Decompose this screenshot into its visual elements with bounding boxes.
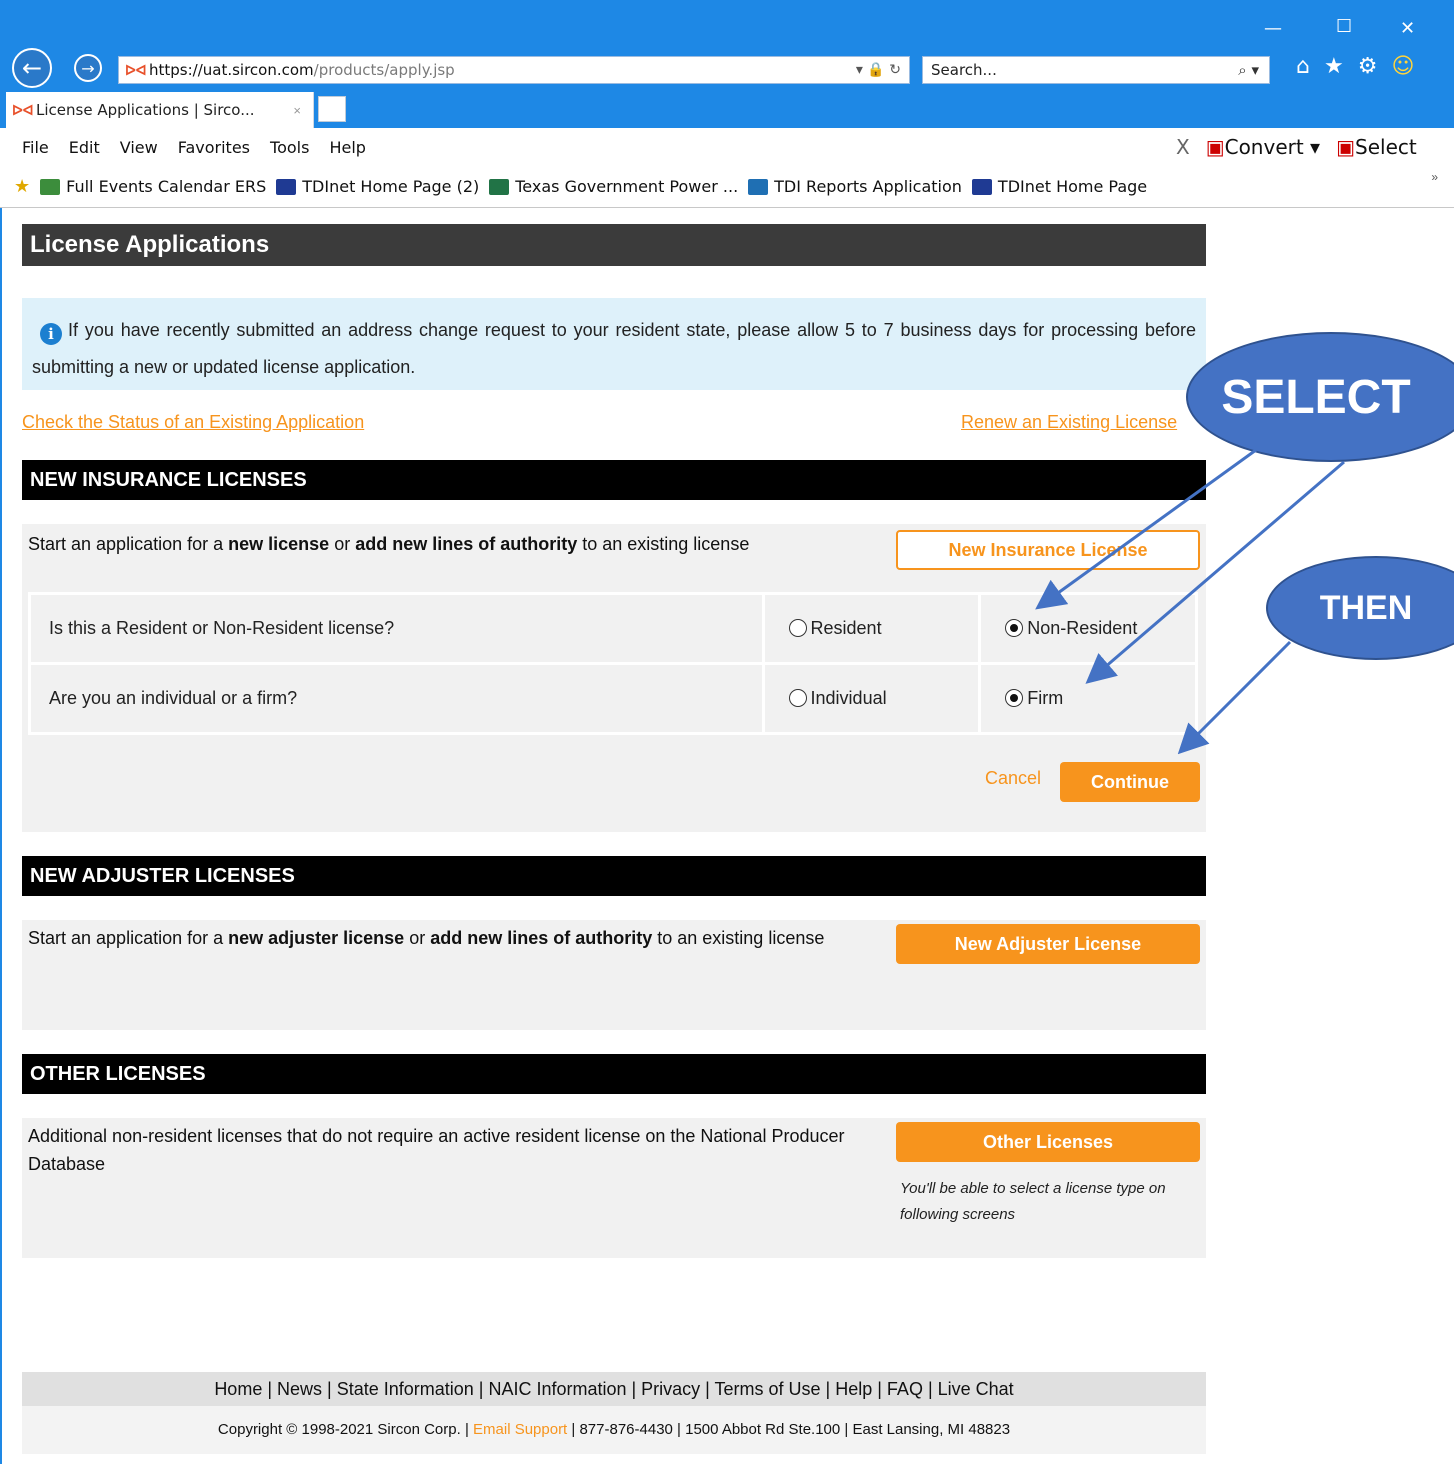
continue-button[interactable]: Continue xyxy=(1060,762,1200,802)
individual-radio[interactable] xyxy=(788,689,807,707)
tab-license-applications[interactable]: ᐅᐊ License Applications | Sirco... × xyxy=(6,92,314,128)
tdi-reports-favicon xyxy=(748,178,769,195)
address-tools-icons[interactable]: ▾ 🔒 ↻ xyxy=(856,62,901,78)
copyright-bar: Copyright © 1998-2021 Sircon Corp. | Ema… xyxy=(22,1406,1206,1454)
email-support-link[interactable]: Email Support xyxy=(473,1421,567,1438)
menu-help[interactable]: Help xyxy=(329,138,365,157)
favorite-tdinet[interactable]: TDInet Home Page xyxy=(971,177,1147,196)
other-licenses-button[interactable]: Other Licenses xyxy=(896,1122,1200,1162)
table-row: Is this a Resident or Non-Resident licen… xyxy=(28,592,1198,665)
address-bar[interactable]: ᐅᐊ https://uat.sircon.com/products/apply… xyxy=(118,56,910,84)
menu-favorites[interactable]: Favorites xyxy=(178,138,250,157)
menu-bar: File Edit View Favorites Tools Help X ▣C… xyxy=(0,128,1454,166)
insurance-description: Start an application for a new license o… xyxy=(28,534,750,554)
info-banner: i If you have recently submitted an addre… xyxy=(22,298,1206,390)
tab-bar: ᐅᐊ License Applications | Sirco... × xyxy=(0,92,1454,128)
add-favorite-icon[interactable]: ★ xyxy=(14,176,30,197)
pdf-toolbar: X ▣Convert ▾ ▣Select xyxy=(1176,135,1417,159)
select-button[interactable]: ▣Select xyxy=(1336,135,1417,159)
non-resident-option[interactable]: Non-Resident xyxy=(978,592,1198,665)
favorites-star-icon[interactable]: ★ xyxy=(1324,54,1344,79)
browser-titlebar: — ☐ ✕ ← → ᐅᐊ https://uat.sircon.com/prod… xyxy=(0,0,1454,92)
favorite-texas-power[interactable]: Texas Government Power ... xyxy=(489,177,738,196)
renew-license-link[interactable]: Renew an Existing License xyxy=(961,412,1177,433)
favorites-bar: ★ Full Events Calendar ERS TDInet Home P… xyxy=(0,166,1454,208)
residency-question: Is this a Resident or Non-Resident licen… xyxy=(28,592,765,665)
events-favicon xyxy=(40,178,61,195)
tab-title: License Applications | Sirco... xyxy=(36,101,255,119)
license-questions-table: Is this a Resident or Non-Resident licen… xyxy=(28,592,1198,735)
chevron-right-icon[interactable]: » xyxy=(1431,170,1438,184)
adjuster-section-header: NEW ADJUSTER LICENSES xyxy=(22,856,1206,896)
favorite-full-events[interactable]: Full Events Calendar ERS xyxy=(40,177,266,196)
tdi-favicon xyxy=(971,178,992,195)
other-description: Additional non-resident licenses that do… xyxy=(28,1126,845,1174)
search-placeholder[interactable]: Search... xyxy=(931,61,997,79)
close-toolbar-icon[interactable]: X xyxy=(1176,135,1190,159)
pdf-convert-icon: ▣ xyxy=(1205,135,1225,159)
non-resident-radio[interactable] xyxy=(1005,619,1024,637)
tab-logo-icon: ᐅᐊ xyxy=(12,101,34,118)
new-tab-button[interactable] xyxy=(318,96,346,122)
firm-radio[interactable] xyxy=(1005,689,1024,707)
smiley-feedback-icon[interactable]: ☺ xyxy=(1391,54,1414,79)
adjuster-description: Start an application for a new adjuster … xyxy=(28,928,825,948)
tab-close-icon[interactable]: × xyxy=(293,103,301,118)
insurance-section-header: NEW INSURANCE LICENSES xyxy=(22,460,1206,500)
forward-button[interactable]: → xyxy=(74,54,102,82)
new-insurance-license-button[interactable]: New Insurance License xyxy=(896,530,1200,570)
close-window-icon[interactable]: ✕ xyxy=(1400,18,1415,39)
favorite-tdinet-2[interactable]: TDInet Home Page (2) xyxy=(276,177,479,196)
tdi-favicon xyxy=(276,178,297,195)
search-icon[interactable]: ⌕ ▾ xyxy=(1238,61,1259,79)
url-text[interactable]: https://uat.sircon.com/products/apply.js… xyxy=(149,61,455,79)
maximize-icon[interactable]: ☐ xyxy=(1336,16,1352,37)
toolbar-icons: ⌂ ★ ⚙ ☺ xyxy=(1296,54,1414,79)
cancel-link[interactable]: Cancel xyxy=(985,768,1041,789)
adjuster-panel: Start an application for a new adjuster … xyxy=(22,920,1206,1030)
settings-gear-icon[interactable]: ⚙ xyxy=(1358,54,1378,79)
favorite-tdi-reports[interactable]: TDI Reports Application xyxy=(748,177,962,196)
search-box[interactable]: Search... ⌕ ▾ xyxy=(922,56,1270,84)
menu-view[interactable]: View xyxy=(120,138,158,157)
menu-edit[interactable]: Edit xyxy=(69,138,100,157)
new-adjuster-license-button[interactable]: New Adjuster License xyxy=(896,924,1200,964)
menu-tools[interactable]: Tools xyxy=(270,138,309,157)
other-panel: Additional non-resident licenses that do… xyxy=(22,1118,1206,1258)
footer-links[interactable]: Home | News | State Information | NAIC I… xyxy=(22,1372,1206,1406)
minimize-icon[interactable]: — xyxy=(1264,18,1282,39)
page-title: License Applications xyxy=(22,224,1206,266)
entity-question: Are you an individual or a firm? xyxy=(28,662,765,735)
site-logo-icon: ᐅᐊ xyxy=(125,61,147,78)
other-licenses-note: You'll be able to select a license type … xyxy=(900,1180,1166,1223)
resident-option[interactable]: Resident xyxy=(761,592,982,665)
info-text: If you have recently submitted an addres… xyxy=(32,320,1196,377)
check-status-link[interactable]: Check the Status of an Existing Applicat… xyxy=(22,412,364,433)
pdf-select-icon: ▣ xyxy=(1336,135,1356,159)
info-icon: i xyxy=(40,323,62,345)
convert-button[interactable]: ▣Convert ▾ xyxy=(1206,135,1320,159)
individual-option[interactable]: Individual xyxy=(761,662,982,735)
other-section-header: OTHER LICENSES xyxy=(22,1054,1206,1094)
firm-option[interactable]: Firm xyxy=(978,662,1198,735)
excel-favicon xyxy=(489,178,510,195)
menu-file[interactable]: File xyxy=(22,138,49,157)
table-row: Are you an individual or a firm? Individ… xyxy=(28,662,1198,735)
home-icon[interactable]: ⌂ xyxy=(1296,54,1310,79)
resident-radio[interactable] xyxy=(788,619,807,637)
insurance-panel: Start an application for a new license o… xyxy=(22,524,1206,832)
back-button[interactable]: ← xyxy=(12,48,52,88)
